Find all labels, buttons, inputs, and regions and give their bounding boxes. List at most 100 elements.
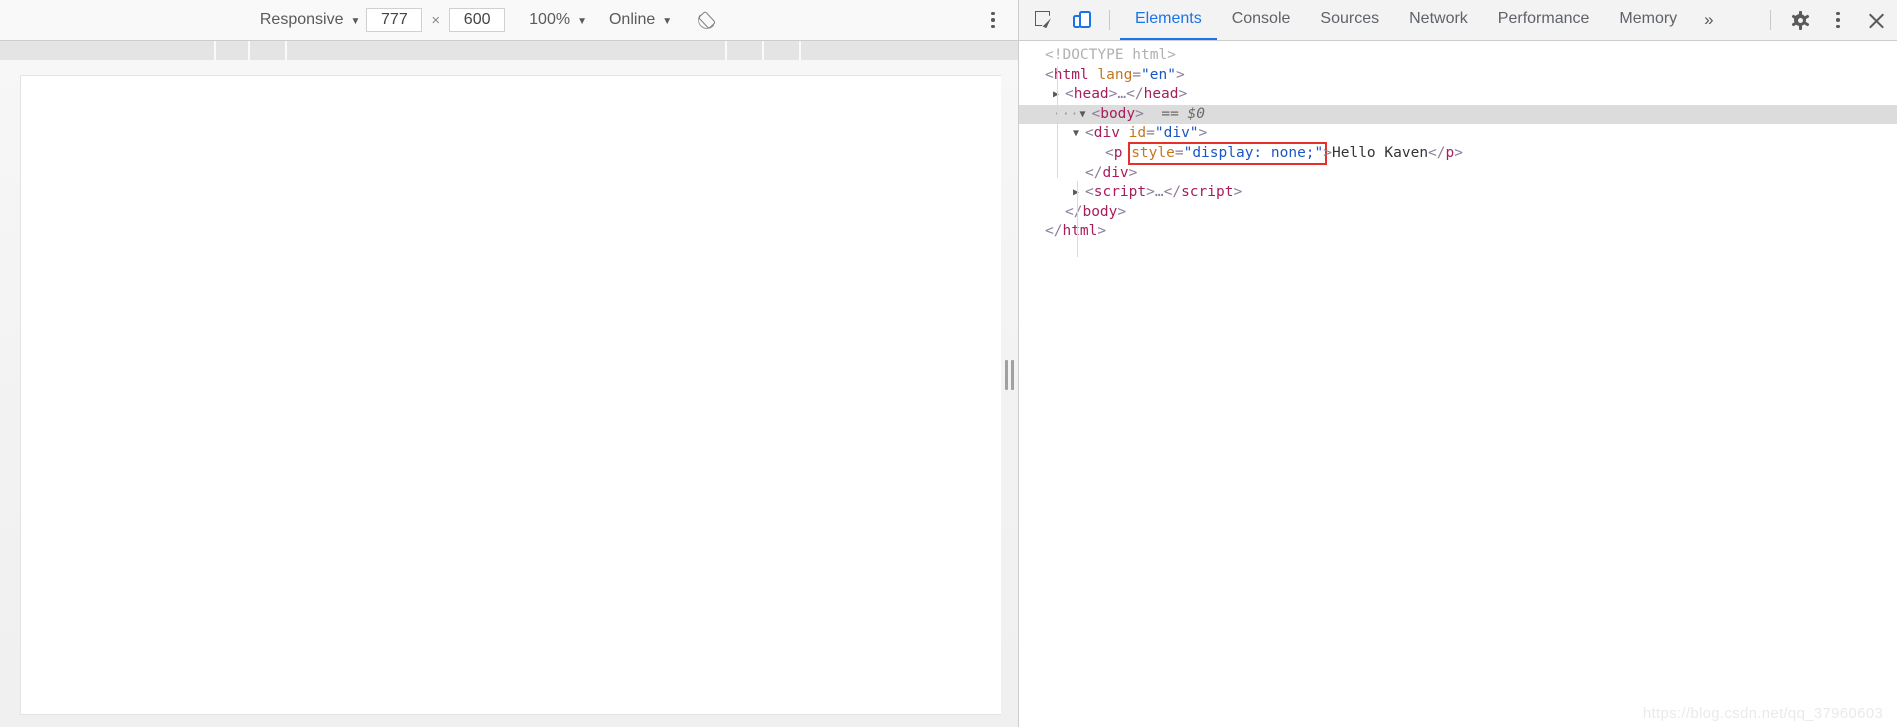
inspect-element-button[interactable] [1029,6,1059,34]
code-token: html [1053,66,1089,83]
code-token: < [1091,105,1101,122]
dom-row-head[interactable]: ▶<head>…</head> [1019,85,1897,105]
dom-row-body-close[interactable]: ▶</body> [1019,203,1897,223]
code-token: > [1146,184,1155,201]
code-token: > [1198,125,1208,142]
viewport-resize-handle[interactable] [1003,360,1015,390]
code-token: > [1128,164,1138,181]
code-token: </ [1085,164,1103,181]
tab-label: Memory [1619,10,1678,27]
watermark: https://blog.csdn.net/qq_37960603 [1642,705,1883,722]
toggle-device-toolbar-icon [1072,11,1092,29]
rotate-device-button[interactable] [692,6,722,34]
tab-label: Elements [1135,10,1202,27]
code-token: < [1065,86,1074,103]
expand-triangle-icon[interactable]: ▼ [1079,105,1091,125]
ruler-tick [214,41,216,60]
device-emulation-pane: Responsive ▼ × 100% ▼ Online ▼ [0,0,1018,727]
code-token: head [1073,86,1109,103]
emulated-page-frame[interactable] [20,75,1001,715]
zoom-dropdown[interactable]: 100% ▼ [523,7,593,33]
close-devtools-button[interactable] [1861,6,1891,34]
collapse-triangle-icon: ▶ [1033,46,1045,66]
code-token: script [1181,184,1234,201]
expand-triangle-icon[interactable]: ▼ [1073,124,1085,144]
network-throttling-dropdown[interactable]: Online ▼ [603,7,678,33]
settings-button[interactable] [1785,6,1815,34]
tab-elements[interactable]: Elements [1120,0,1217,40]
devtools-panel: Elements Console Sources Network Perform… [1018,0,1897,727]
viewport-height-input[interactable] [449,8,506,32]
code-token: … [1154,184,1164,201]
dom-row-script[interactable]: ▶<script>…</script> [1019,183,1897,203]
dom-row-div-open[interactable]: ▼ <div id="div"> [1019,124,1897,144]
code-token: <!DOCTYPE html> [1045,47,1176,63]
tab-console[interactable]: Console [1217,0,1306,40]
code-token: lang [1097,66,1133,83]
device-preset-dropdown[interactable]: Responsive ▼ [254,7,367,33]
code-token: > [1097,223,1107,240]
code-token: body [1100,105,1136,122]
code-token: < [1045,66,1054,83]
close-icon [1868,12,1885,29]
gear-icon [1791,10,1809,30]
tab-memory[interactable]: Memory [1604,0,1692,40]
code-token: … [1117,86,1127,103]
collapse-triangle-icon[interactable]: ▶ [1053,85,1065,105]
code-token: body [1082,203,1118,220]
chevron-double-right-icon: » [1704,10,1714,29]
code-token: html [1062,223,1098,240]
code-token: head [1143,86,1179,103]
tab-sources[interactable]: Sources [1305,0,1394,40]
dom-row-html-close[interactable]: ▶</html> [1019,222,1897,242]
code-token: > [1175,66,1185,83]
ruler-tick [799,41,801,60]
code-token: </ [1126,86,1144,103]
code-token: "en" [1141,66,1176,83]
code-token: p [1445,144,1455,161]
collapse-triangle-icon[interactable]: ▶ [1073,183,1085,203]
tab-label: Console [1231,10,1291,27]
ruler-tick [248,41,250,60]
indent-guide [1077,181,1078,257]
code-token: > [1233,184,1243,201]
collapse-triangle-icon: ▶ [1053,203,1065,223]
dom-row-p-line[interactable]: ▶<p style="display: none;">Hello Kaven</… [1019,144,1897,164]
dom-row-div-close[interactable]: ▶</div> [1019,164,1897,184]
code-token: > [1454,144,1463,161]
ruler-tick [762,41,764,60]
viewport-width-input[interactable] [366,8,423,32]
dimension-separator: × [431,11,441,29]
dom-row-html-open[interactable]: ▶<html lang="en"> [1019,66,1897,86]
chevron-down-icon: ▼ [350,15,361,27]
device-toolbar-more-button[interactable] [976,5,1010,35]
actions-divider [1770,10,1771,30]
devtools-more-button[interactable] [1823,6,1853,34]
code-token: = [1132,66,1142,83]
tab-network[interactable]: Network [1394,0,1483,40]
collapse-triangle-icon: ▶ [1033,222,1045,242]
devtools-tabbar: Elements Console Sources Network Perform… [1019,0,1897,41]
code-token: "display: none;" [1183,144,1324,161]
code-token: </ [1045,223,1063,240]
dom-row-doctype[interactable]: ▶<!DOCTYPE html> [1019,46,1897,66]
dom-row-body-open[interactable]: ···▼ <body> == $0 [1019,104,1897,125]
chevron-down-icon: ▼ [662,15,673,27]
code-token: div [1093,125,1120,142]
viewport-ruler[interactable] [0,41,1018,60]
toggle-device-toolbar-button[interactable] [1067,6,1097,34]
code-token: script [1093,184,1147,201]
code-token: == $0 [1143,105,1205,122]
tab-performance[interactable]: Performance [1483,0,1605,40]
tabs-overflow-button[interactable]: » [1692,0,1725,40]
code-token: id [1128,125,1147,142]
ruler-tick [285,41,287,60]
code-token: style [1131,144,1175,161]
kebab-menu-icon [1829,11,1847,29]
code-token: < [1105,144,1114,161]
indent-guide [1057,66,1058,178]
dom-tree[interactable]: ▶<!DOCTYPE html>▶<html lang="en">▶<head>… [1019,41,1897,727]
tab-label: Network [1409,10,1468,27]
devtools-tabbar-actions [1762,6,1897,34]
